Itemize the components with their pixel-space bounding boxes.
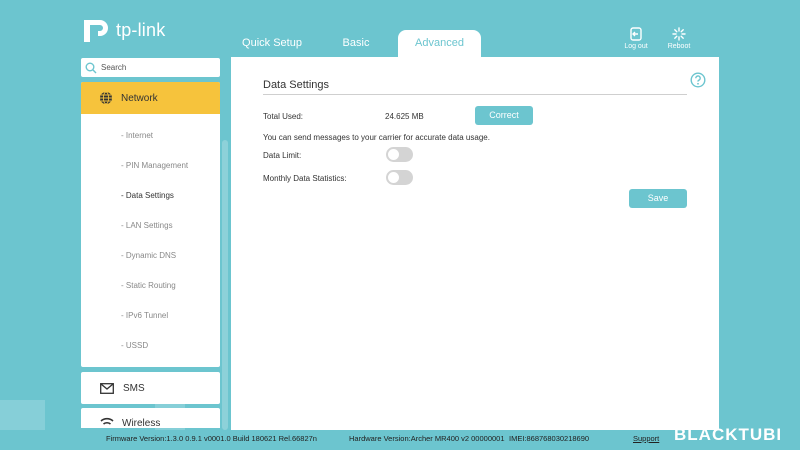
sidebar-item-lan-settings[interactable]: - LAN Settings [121,221,173,230]
sidebar-item-sms[interactable]: SMS [81,372,220,404]
decorative-square [0,400,45,430]
search-box [81,58,220,77]
envelope-icon [100,382,114,394]
hardware-version: Hardware Version:Archer MR400 v2 0000000… [349,434,505,443]
tp-link-logo: tp-link [80,14,165,46]
sidebar-item-wireless[interactable]: Wireless [81,408,220,428]
sidebar-item-pin-management[interactable]: - PIN Management [121,161,188,170]
globe-icon [100,91,112,105]
search-icon [85,62,97,73]
main-tabs: Quick Setup Basic Advanced [228,30,481,57]
tab-quick-setup[interactable]: Quick Setup [228,30,316,57]
imei-number: IMEI:868768030218690 [509,434,590,443]
firmware-version: Firmware Version:1.3.0 0.9.1 v0001.0 Bui… [106,434,317,443]
sidebar-item-internet[interactable]: - Internet [121,131,153,140]
sidebar-item-static-routing[interactable]: - Static Routing [121,281,176,290]
help-icon[interactable] [690,72,706,88]
sidebar-item-network[interactable]: Network [81,82,220,114]
network-nav-group: Network - Internet - PIN Management - Da… [81,82,220,367]
sidebar-item-network-label: Network [121,92,158,104]
sidebar-item-ussd[interactable]: - USSD [121,341,148,350]
sidebar-item-dynamic-dns[interactable]: - Dynamic DNS [121,251,176,260]
title-divider [263,94,687,95]
monthly-stats-label: Monthly Data Statistics: [263,174,347,183]
toggle-knob [388,172,399,183]
tab-basic[interactable]: Basic [316,30,396,57]
reboot-button[interactable]: Reboot [662,27,696,50]
sidebar-item-ipv6-tunnel[interactable]: - IPv6 Tunnel [121,311,168,320]
logout-icon [630,27,642,41]
save-button[interactable]: Save [629,189,687,208]
logout-label: Log out [624,43,648,50]
total-used-value: 24.625 MB [385,112,424,121]
logout-button[interactable]: Log out [619,27,653,50]
search-input[interactable] [101,63,211,72]
tp-link-logo-icon [84,20,108,42]
page-title: Data Settings [263,79,330,91]
carrier-info-text: You can send messages to your carrier fo… [263,133,490,142]
logo-text: tp-link [116,19,166,40]
watermark-text: BLACKTUBI [674,425,783,444]
data-limit-toggle[interactable] [386,147,413,162]
tab-advanced[interactable]: Advanced [398,30,481,57]
monthly-stats-toggle[interactable] [386,170,413,185]
support-link[interactable]: Support [633,434,659,443]
reboot-icon [672,27,686,41]
sidebar-item-data-settings[interactable]: - Data Settings [121,191,174,200]
toggle-knob [388,149,399,160]
sidebar-item-wireless-label: Wireless [122,418,161,428]
total-used-label: Total Used: [263,112,304,121]
sidebar-scrollbar[interactable] [222,140,228,430]
wifi-icon [100,417,114,425]
data-limit-label: Data Limit: [263,151,302,160]
sidebar-item-sms-label: SMS [123,382,145,394]
correct-button[interactable]: Correct [475,106,533,125]
reboot-label: Reboot [667,43,691,50]
